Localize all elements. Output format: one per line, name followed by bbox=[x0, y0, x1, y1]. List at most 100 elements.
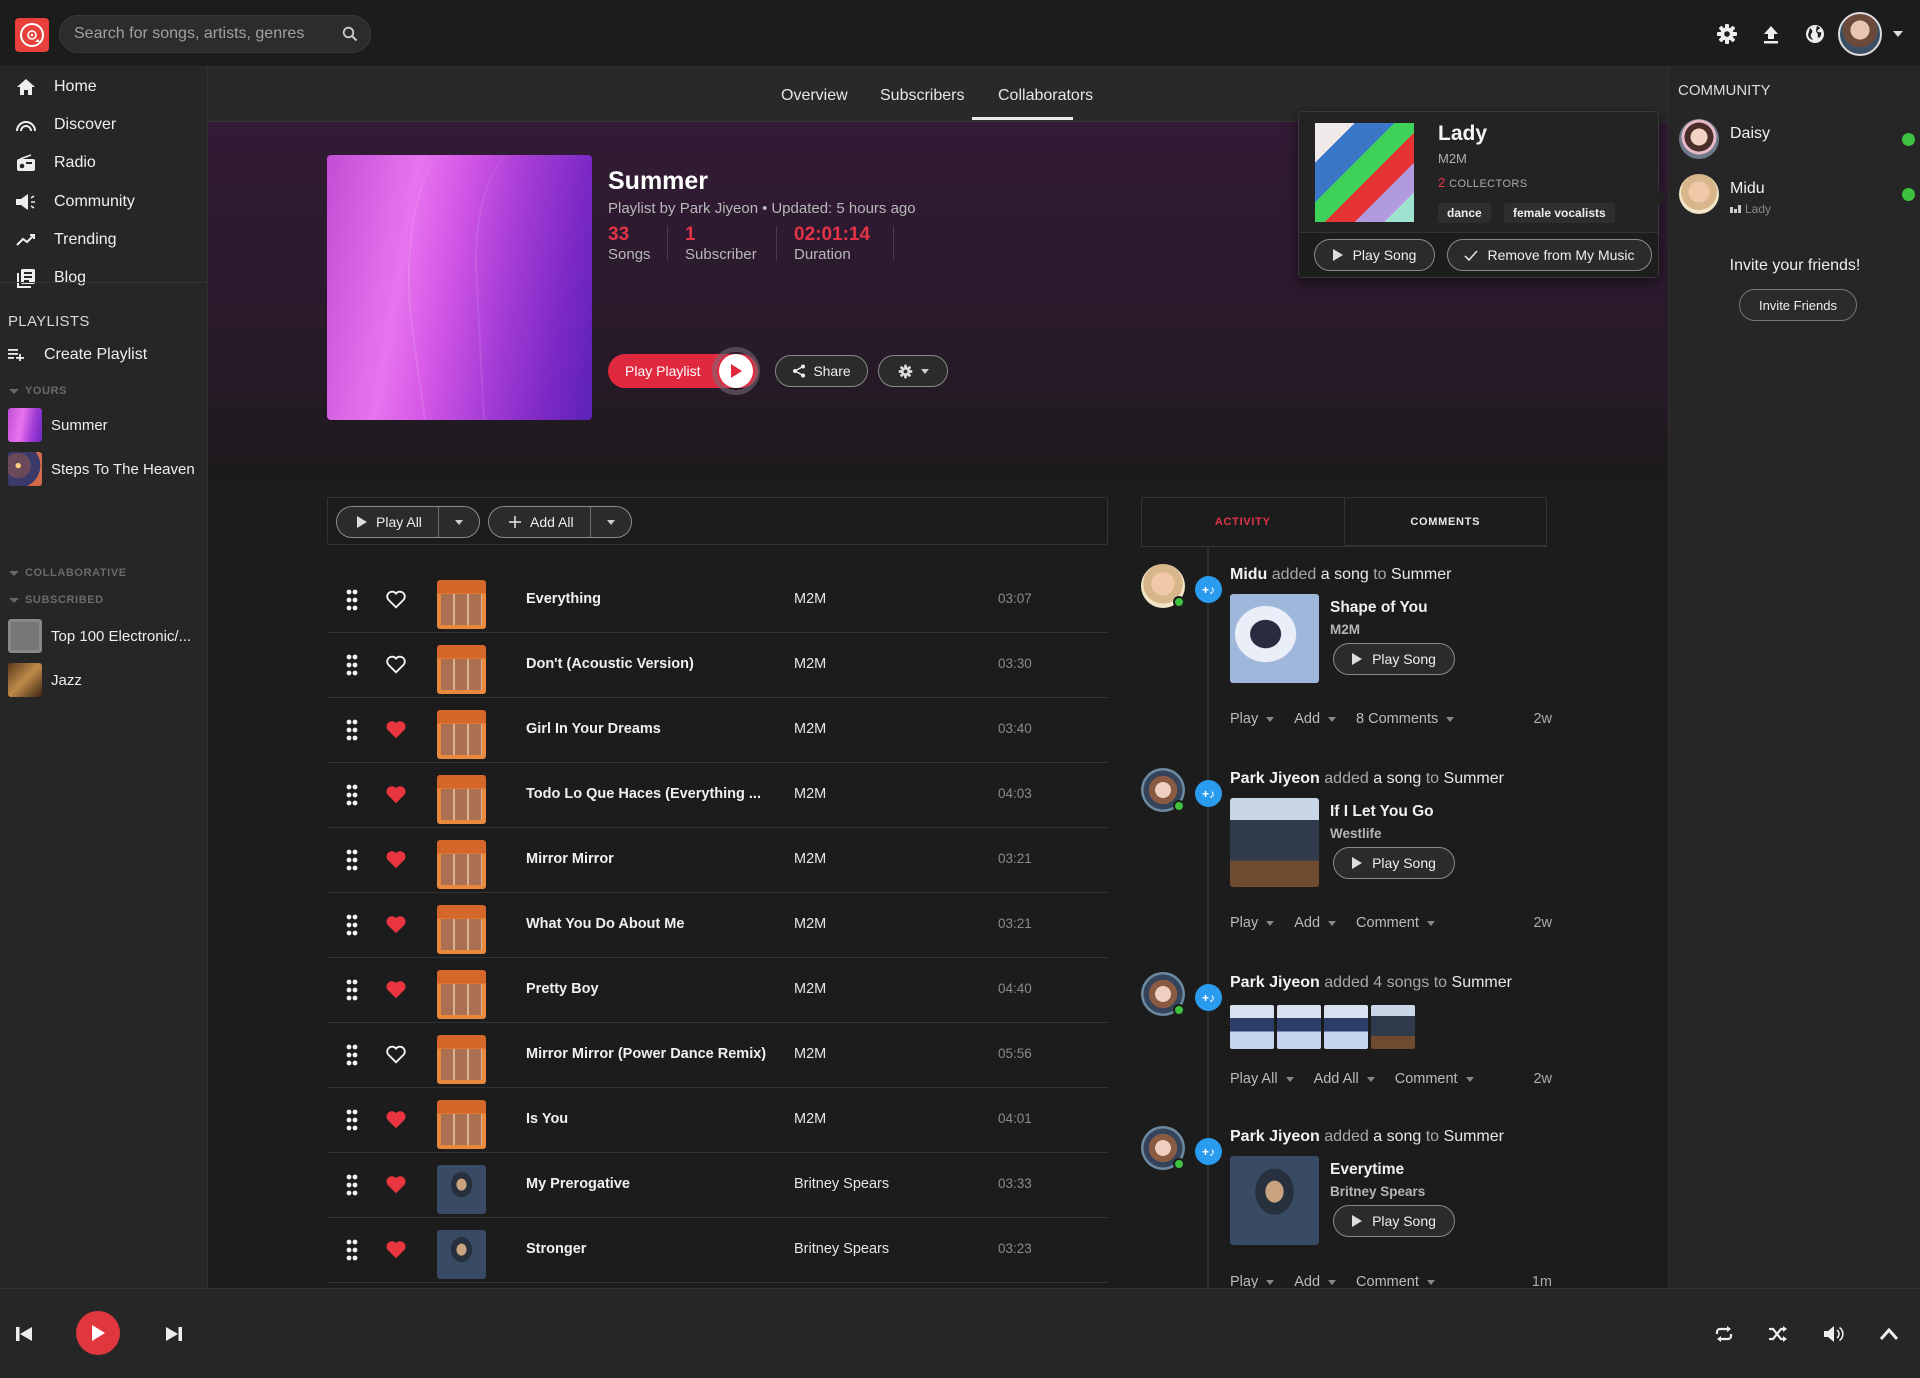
tab-comments[interactable]: COMMENTS bbox=[1343, 498, 1546, 546]
song-row[interactable]: My Prerogative Britney Spears 03:33 bbox=[327, 1153, 1108, 1218]
friend-item[interactable]: Midu Lady bbox=[1679, 174, 1915, 218]
drag-handle-icon[interactable] bbox=[346, 1044, 358, 1066]
tab-activity[interactable]: ACTIVITY bbox=[1142, 498, 1344, 546]
song-title[interactable]: Don't (Acoustic Version) bbox=[526, 656, 781, 672]
drag-handle-icon[interactable] bbox=[346, 1109, 358, 1131]
song-title[interactable]: My Prerogative bbox=[526, 1176, 781, 1192]
user-menu-caret-icon[interactable] bbox=[1893, 31, 1903, 37]
song-row[interactable]: Stronger Britney Spears 03:23 bbox=[327, 1218, 1108, 1283]
song-row[interactable]: Mirror Mirror M2M 03:21 bbox=[327, 828, 1108, 893]
song-row[interactable]: Is You M2M 04:01 bbox=[327, 1088, 1108, 1153]
remove-from-my-music-button[interactable]: Remove from My Music bbox=[1447, 239, 1652, 271]
song-artist[interactable]: M2M bbox=[794, 851, 826, 867]
heart-outline-icon[interactable] bbox=[384, 1044, 408, 1066]
song-thumbnail[interactable] bbox=[1230, 1005, 1274, 1049]
section-yours[interactable]: YOURS bbox=[9, 385, 67, 397]
activity-user[interactable]: Park Jiyeon bbox=[1230, 1128, 1320, 1145]
song-artist[interactable]: Britney Spears bbox=[794, 1241, 889, 1257]
create-playlist-button[interactable]: Create Playlist bbox=[8, 341, 147, 369]
song-artist[interactable]: M2M bbox=[794, 1046, 826, 1062]
tab-collaborators[interactable]: Collaborators bbox=[998, 87, 1093, 105]
song-artist[interactable]: Westlife bbox=[1330, 826, 1382, 841]
heart-filled-icon[interactable] bbox=[384, 849, 408, 871]
upload-icon[interactable] bbox=[1760, 23, 1782, 45]
song-row[interactable]: Don't (Acoustic Version) M2M 03:30 bbox=[327, 633, 1108, 698]
song-title[interactable]: Pretty Boy bbox=[526, 981, 781, 997]
song-thumbnail[interactable] bbox=[1324, 1005, 1368, 1049]
drag-handle-icon[interactable] bbox=[346, 719, 358, 741]
tag-dance[interactable]: dance bbox=[1438, 203, 1491, 223]
friend-item[interactable]: Daisy bbox=[1679, 119, 1915, 163]
song-artist[interactable]: M2M bbox=[794, 591, 826, 607]
sidebar-item-radio[interactable]: Radio bbox=[0, 145, 207, 181]
play-dropdown[interactable]: Play bbox=[1230, 711, 1275, 727]
comments-dropdown[interactable]: 8 Comments bbox=[1356, 711, 1455, 727]
song-title[interactable]: Is You bbox=[526, 1111, 781, 1127]
activity-user[interactable]: Midu bbox=[1230, 566, 1267, 583]
globe-icon[interactable] bbox=[1804, 23, 1826, 45]
invite-friends-button[interactable]: Invite Friends bbox=[1739, 289, 1857, 321]
search-input[interactable] bbox=[74, 25, 334, 43]
user-avatar[interactable] bbox=[1838, 12, 1882, 56]
heart-outline-icon[interactable] bbox=[384, 589, 408, 611]
song-artist[interactable]: M2M bbox=[794, 786, 826, 802]
song-artist[interactable]: M2M bbox=[794, 1111, 826, 1127]
sidebar-item-home[interactable]: Home bbox=[0, 69, 207, 105]
volume-icon[interactable] bbox=[1823, 1324, 1845, 1344]
activity-target[interactable]: Summer bbox=[1444, 770, 1504, 787]
song-thumbnail[interactable] bbox=[1277, 1005, 1321, 1049]
playlist-owner[interactable]: Playlist by Park Jiyeon bbox=[608, 200, 758, 217]
song-title[interactable]: Todo Lo Que Haces (Everything ... bbox=[526, 786, 781, 802]
song-title[interactable]: Stronger bbox=[526, 1241, 781, 1257]
next-track-icon[interactable] bbox=[165, 1325, 183, 1343]
activity-target[interactable]: Summer bbox=[1391, 566, 1451, 583]
drag-handle-icon[interactable] bbox=[346, 1239, 358, 1261]
song-title[interactable]: Everything bbox=[526, 591, 781, 607]
previous-track-icon[interactable] bbox=[15, 1325, 33, 1343]
repeat-icon[interactable] bbox=[1714, 1324, 1734, 1344]
add-all-dropdown[interactable]: Add All bbox=[1314, 1071, 1375, 1087]
heart-filled-icon[interactable] bbox=[384, 1109, 408, 1131]
play-song-button[interactable]: Play Song bbox=[1333, 1205, 1455, 1237]
song-artist[interactable]: M2M bbox=[794, 981, 826, 997]
heart-filled-icon[interactable] bbox=[384, 719, 408, 741]
song-thumbnail[interactable] bbox=[1371, 1005, 1415, 1049]
song-row[interactable]: Everything M2M 03:07 bbox=[327, 568, 1108, 633]
song-artist[interactable]: M2M bbox=[794, 916, 826, 932]
play-all-dropdown[interactable]: Play All bbox=[1230, 1071, 1294, 1087]
settings-icon[interactable] bbox=[1716, 23, 1738, 45]
song-artist[interactable]: Britney Spears bbox=[1330, 1184, 1425, 1199]
song-row[interactable]: Girl In Your Dreams M2M 03:40 bbox=[327, 698, 1108, 763]
search-icon[interactable] bbox=[342, 26, 358, 42]
playlist-settings-dropdown[interactable] bbox=[878, 355, 948, 387]
sidebar-item-discover[interactable]: Discover bbox=[0, 107, 207, 143]
song-title[interactable]: If I Let You Go bbox=[1330, 803, 1434, 821]
heart-filled-icon[interactable] bbox=[384, 1174, 408, 1196]
play-button[interactable] bbox=[76, 1311, 120, 1355]
song-artist[interactable]: M2M bbox=[1330, 622, 1360, 637]
section-collaborative[interactable]: COLLABORATIVE bbox=[9, 567, 127, 579]
activity-target[interactable]: Summer bbox=[1452, 974, 1512, 991]
song-row[interactable]: What You Do About Me M2M 03:21 bbox=[327, 893, 1108, 958]
song-artist[interactable]: M2M bbox=[794, 721, 826, 737]
play-song-button[interactable]: Play Song bbox=[1333, 847, 1455, 879]
play-song-button[interactable]: Play Song bbox=[1314, 239, 1435, 271]
heart-filled-icon[interactable] bbox=[384, 979, 408, 1001]
drag-handle-icon[interactable] bbox=[346, 589, 358, 611]
now-playing-song[interactable]: Lady bbox=[1745, 202, 1771, 216]
play-all-button[interactable]: Play All bbox=[337, 507, 439, 537]
play-dropdown[interactable]: Play bbox=[1230, 915, 1275, 931]
tab-overview[interactable]: Overview bbox=[781, 87, 848, 105]
activity-user[interactable]: Park Jiyeon bbox=[1230, 770, 1320, 787]
sidebar-playlist-summer[interactable]: Summer bbox=[8, 408, 206, 442]
app-logo[interactable] bbox=[15, 18, 49, 52]
share-button[interactable]: Share bbox=[775, 355, 868, 387]
sidebar-playlist-steps-to-the-heaven[interactable]: Steps To The Heaven bbox=[8, 452, 206, 486]
activity-user[interactable]: Park Jiyeon bbox=[1230, 974, 1320, 991]
sidebar-playlist-jazz[interactable]: Jazz bbox=[8, 663, 206, 697]
play-all-dropdown[interactable] bbox=[439, 507, 479, 537]
add-all-dropdown[interactable] bbox=[591, 507, 631, 537]
tab-subscribers[interactable]: Subscribers bbox=[880, 87, 964, 105]
song-cover[interactable] bbox=[1230, 1156, 1319, 1245]
song-title[interactable]: Everytime bbox=[1330, 1161, 1404, 1179]
